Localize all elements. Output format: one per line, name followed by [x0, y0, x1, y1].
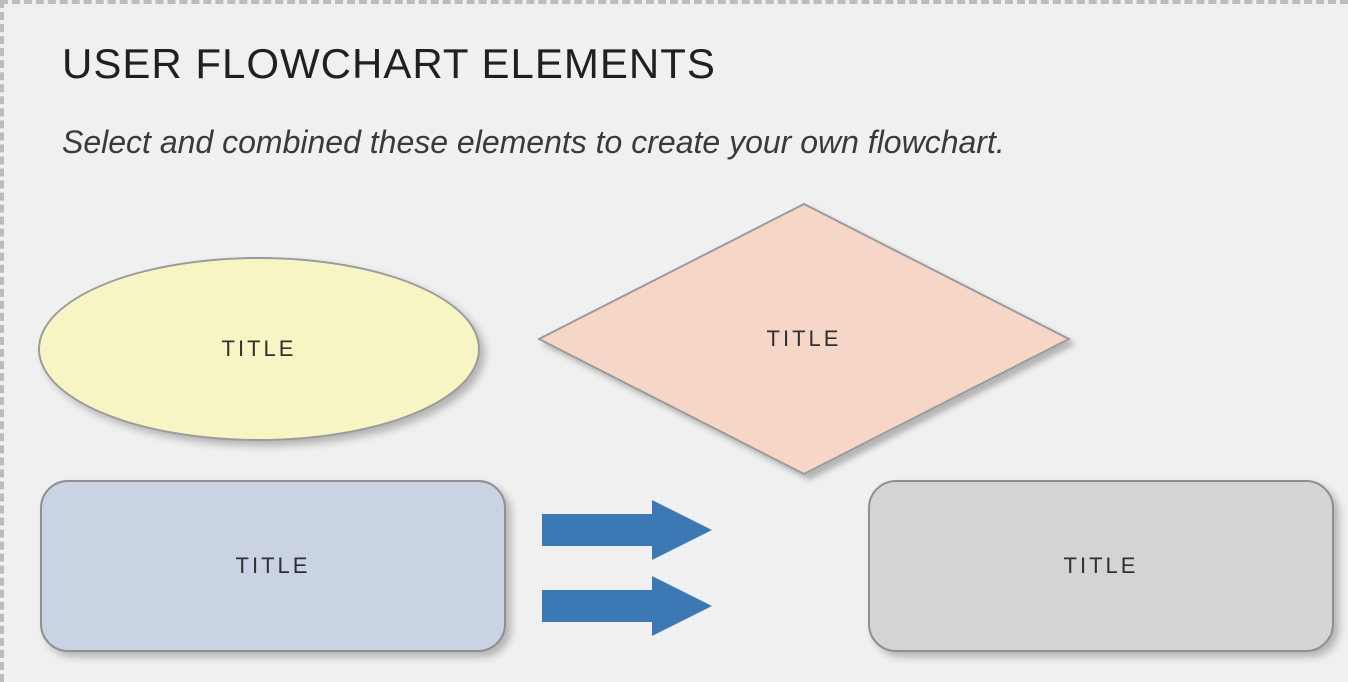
page-subtitle: Select and combined these elements to cr…	[62, 124, 1005, 161]
diamond-icon	[524, 189, 1084, 489]
flowchart-terminator-shape[interactable]: TITLE	[38, 257, 480, 441]
diagram-canvas: USER FLOWCHART ELEMENTS Select and combi…	[0, 0, 1348, 682]
terminator-label: TITLE	[222, 336, 297, 362]
process-blue-label: TITLE	[236, 553, 311, 579]
page-title: USER FLOWCHART ELEMENTS	[62, 40, 716, 88]
flowchart-process-shape-grey[interactable]: TITLE	[868, 480, 1334, 652]
arrow-right-icon	[542, 500, 712, 560]
flowchart-decision-shape[interactable]: TITLE	[524, 189, 1084, 489]
process-grey-label: TITLE	[1064, 553, 1139, 579]
flowchart-process-shape-blue[interactable]: TITLE	[40, 480, 506, 652]
arrow-right-icon	[542, 576, 712, 636]
flowchart-arrow-right-1[interactable]	[542, 500, 712, 560]
flowchart-arrow-right-2[interactable]	[542, 576, 712, 636]
